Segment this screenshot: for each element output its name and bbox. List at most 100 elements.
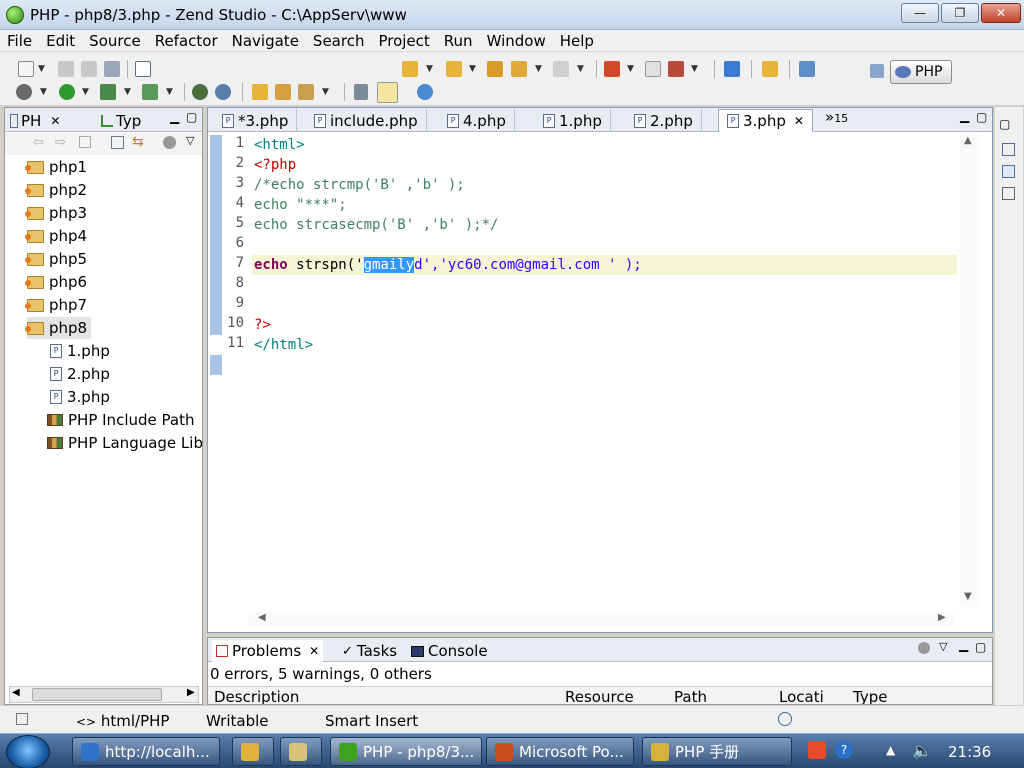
code-line[interactable]: ?> bbox=[254, 315, 271, 335]
code-area[interactable]: 1 2 3 4 5 6 7 8 9 10 11 <html> <?php/*echo strcmp('… bbox=[210, 135, 957, 623]
perspective-icon[interactable] bbox=[870, 64, 884, 78]
menu-window[interactable]: Window bbox=[480, 30, 553, 52]
progress-icon[interactable] bbox=[778, 712, 792, 726]
tab-3-php[interactable]: P 3.php ✕ bbox=[718, 109, 813, 132]
browser-dropdown-icon[interactable]: ▼ bbox=[691, 64, 698, 74]
show-hidden-icons[interactable]: ▲ bbox=[886, 743, 895, 757]
scroll-right-icon[interactable]: ▶ bbox=[187, 687, 195, 698]
close-tab-icon[interactable]: ✕ bbox=[794, 114, 804, 128]
tree-item-php4[interactable]: php4 bbox=[25, 225, 87, 247]
open-type-icon[interactable] bbox=[275, 84, 291, 100]
taskbar-item[interactable] bbox=[232, 737, 274, 766]
toggle-outline-icon[interactable] bbox=[354, 84, 368, 100]
code-line[interactable]: /*echo strcmp('B' ,'b' ); bbox=[254, 175, 465, 195]
tab-console[interactable]: Console bbox=[411, 640, 488, 662]
column-location[interactable]: Locati bbox=[779, 688, 824, 704]
minimize-view-icon[interactable]: ▁ bbox=[959, 638, 968, 652]
tab-1-php[interactable]: P 1.php bbox=[535, 109, 611, 132]
maximize-view-icon[interactable]: ▢ bbox=[186, 110, 197, 124]
tab-problems[interactable]: Problems ✕ bbox=[212, 640, 324, 662]
code-line[interactable]: <?php bbox=[254, 155, 296, 175]
code-line[interactable]: echo strcasecmp('B' ,'b' );*/ bbox=[254, 215, 498, 235]
tab-3-php[interactable]: P *3.php bbox=[214, 109, 298, 132]
editor-horizontal-scrollbar[interactable]: ◀ ▶ bbox=[248, 612, 954, 626]
tab-type-hierarchy[interactable]: Typ bbox=[101, 110, 141, 132]
blank-page-icon[interactable] bbox=[645, 61, 661, 77]
save-all-icon[interactable] bbox=[81, 61, 97, 77]
taskbar-item[interactable]: PHP 手册 bbox=[642, 737, 792, 766]
maximize-view-icon[interactable]: ▢ bbox=[999, 117, 1010, 131]
tab-include-php[interactable]: Pinclude.php bbox=[306, 109, 427, 132]
taskbar-item[interactable] bbox=[280, 737, 322, 766]
open-folder-icon[interactable] bbox=[252, 84, 268, 100]
wand-icon[interactable] bbox=[298, 84, 314, 100]
view-menu-icon[interactable]: ▽ bbox=[186, 134, 194, 147]
previous-annotation-dropdown-icon[interactable]: ▼ bbox=[469, 64, 476, 74]
code-line[interactable]: echo "***"; bbox=[254, 195, 347, 215]
hierarchy-view-icon[interactable] bbox=[1002, 165, 1015, 178]
minimize-editor-icon[interactable]: ▁ bbox=[960, 109, 969, 123]
tab-2-php[interactable]: P 2.php bbox=[626, 109, 702, 132]
column-type[interactable]: Type bbox=[853, 688, 887, 704]
help-tray-icon[interactable]: ? bbox=[835, 741, 853, 759]
wand-dropdown-icon[interactable]: ▼ bbox=[322, 87, 329, 97]
scroll-thumb[interactable] bbox=[32, 688, 162, 701]
package-icon[interactable] bbox=[762, 61, 778, 77]
tree-item-php6[interactable]: php6 bbox=[25, 271, 87, 293]
next-annotation-dropdown-icon[interactable]: ▼ bbox=[426, 64, 433, 74]
scroll-down-icon[interactable]: ▼ bbox=[964, 591, 972, 602]
maximize-editor-icon[interactable]: ▢ bbox=[976, 110, 987, 124]
debug-icon[interactable] bbox=[16, 84, 32, 100]
open-perspective-icon[interactable] bbox=[799, 61, 815, 77]
debug-url-icon[interactable] bbox=[192, 84, 208, 100]
volume-icon[interactable]: 🔈 bbox=[912, 741, 932, 760]
tab-4-php[interactable]: P 4.php bbox=[439, 109, 515, 132]
fast-view-icon[interactable] bbox=[16, 713, 28, 725]
close-tab-icon[interactable]: ✕ bbox=[50, 114, 60, 128]
explorer-horizontal-scrollbar[interactable]: ◀ ▶ bbox=[9, 686, 199, 703]
start-button[interactable] bbox=[6, 735, 50, 768]
tree-item-php-include-path[interactable]: PHP Include Path bbox=[47, 409, 194, 431]
menu-refactor[interactable]: Refactor bbox=[148, 30, 225, 52]
browser-icon[interactable] bbox=[668, 61, 684, 77]
tab-tasks[interactable]: ✓ Tasks bbox=[342, 640, 397, 662]
selected-text[interactable]: gmaily bbox=[363, 257, 415, 273]
editor-vertical-scrollbar[interactable]: ▲ ▼ bbox=[960, 135, 980, 607]
maximize-button[interactable]: ❐ bbox=[941, 3, 979, 23]
new-php-file-icon[interactable] bbox=[135, 61, 151, 77]
maximize-view-icon[interactable]: ▢ bbox=[975, 640, 986, 654]
filter-icon[interactable] bbox=[918, 642, 930, 654]
profile-icon[interactable] bbox=[100, 84, 116, 100]
external-tools-icon[interactable] bbox=[142, 84, 158, 100]
refresh-icon[interactable] bbox=[724, 61, 740, 77]
tree-item-3-php[interactable]: P 3.php bbox=[50, 386, 110, 408]
menu-source[interactable]: Source bbox=[82, 30, 148, 52]
tree-item-php7[interactable]: php7 bbox=[25, 294, 87, 316]
tree-item-php8[interactable]: php8 bbox=[25, 317, 92, 339]
last-edit-location-icon[interactable] bbox=[487, 61, 503, 77]
outline-view-icon[interactable] bbox=[1002, 143, 1015, 156]
column-path[interactable]: Path bbox=[674, 688, 707, 704]
save-icon[interactable] bbox=[58, 61, 74, 77]
menu-edit[interactable]: Edit bbox=[39, 30, 82, 52]
menu-project[interactable]: Project bbox=[371, 30, 436, 52]
minimize-button[interactable]: — bbox=[901, 3, 939, 23]
scroll-left-icon[interactable]: ◀ bbox=[258, 612, 266, 623]
previous-annotation-icon[interactable] bbox=[446, 61, 462, 77]
tree-item-php3[interactable]: php3 bbox=[25, 202, 87, 224]
forward-icon[interactable] bbox=[553, 61, 569, 77]
print-icon[interactable] bbox=[104, 61, 120, 77]
new-icon[interactable] bbox=[18, 61, 34, 77]
taskbar-item[interactable]: http://localh... bbox=[72, 737, 220, 766]
more-tabs-button[interactable]: »15 bbox=[825, 108, 848, 126]
column-resource[interactable]: Resource bbox=[565, 688, 634, 704]
clock[interactable]: 21:36 bbox=[948, 743, 991, 761]
code-line[interactable]: </html> bbox=[254, 335, 313, 355]
menu-help[interactable]: Help bbox=[553, 30, 601, 52]
menu-navigate[interactable]: Navigate bbox=[225, 30, 306, 52]
view-menu-icon[interactable]: ▽ bbox=[939, 640, 947, 653]
scroll-up-icon[interactable]: ▲ bbox=[964, 135, 972, 146]
tree-item-1-php[interactable]: P 1.php bbox=[50, 340, 110, 362]
tree-item-2-php[interactable]: P 2.php bbox=[50, 363, 110, 385]
tasks-view-icon[interactable] bbox=[1002, 187, 1015, 200]
